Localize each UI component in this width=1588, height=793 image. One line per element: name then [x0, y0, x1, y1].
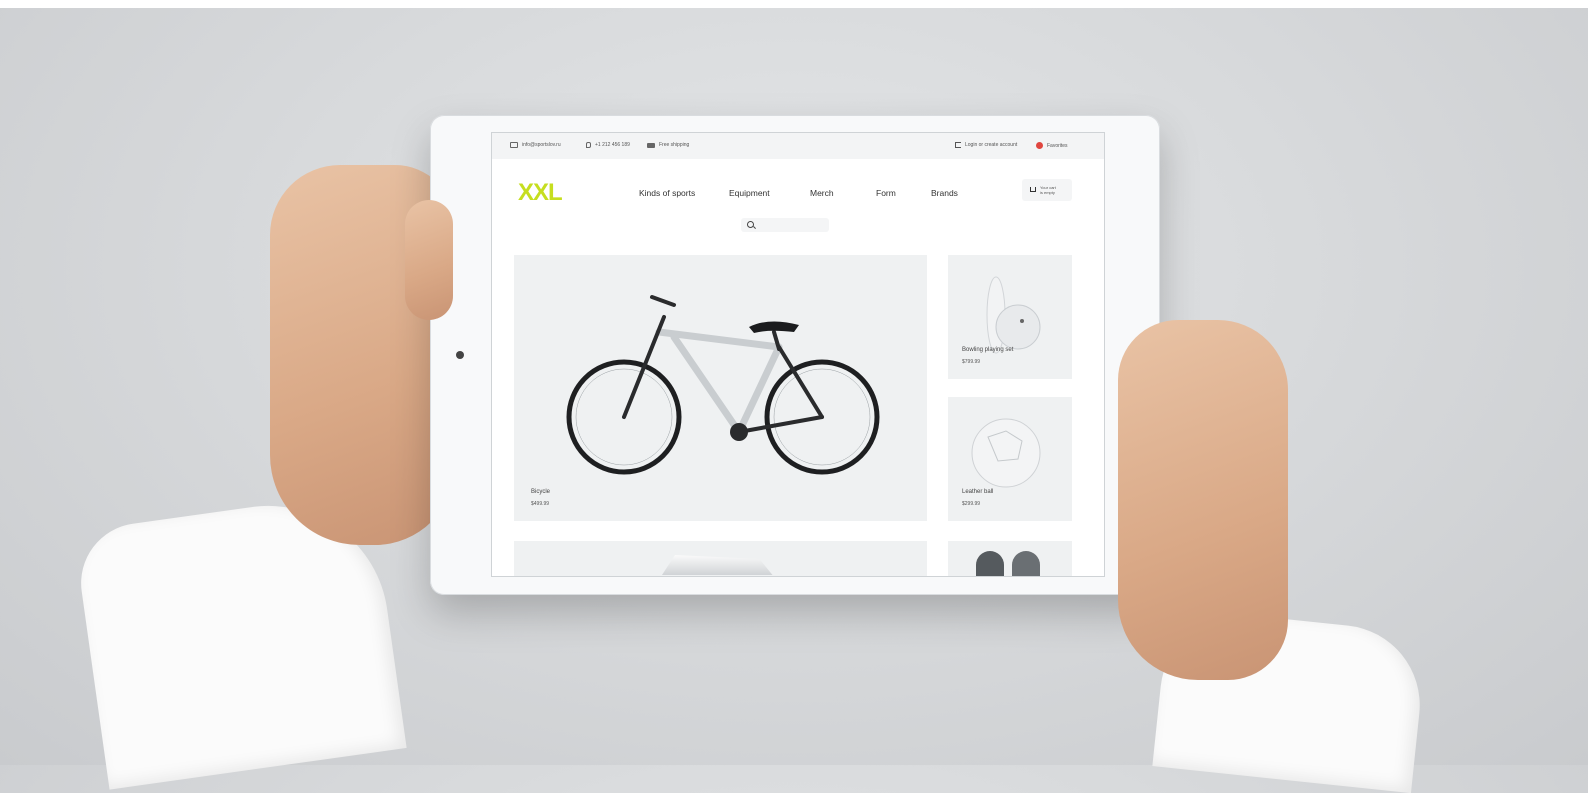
tablet-home-button[interactable] — [456, 351, 464, 359]
product-card-partial-2[interactable] — [948, 541, 1072, 576]
nav-form[interactable]: Form — [876, 188, 896, 198]
product-title: Leather ball — [962, 489, 994, 495]
product-image-partial — [662, 555, 773, 575]
login-icon — [955, 142, 961, 148]
product-title: Bowling playing set — [962, 347, 1014, 353]
product-card-partial[interactable] — [514, 541, 927, 576]
product-price: $299.99 — [962, 501, 981, 507]
product-card-ball[interactable]: Leather ball $299.99 — [948, 397, 1072, 521]
product-card-bicycle[interactable]: Bicycle $499.99 — [514, 255, 927, 521]
search-input[interactable] — [741, 218, 829, 232]
tablet: info@sportslov.ru +1 212 456 189 Free sh… — [430, 115, 1160, 595]
bicycle-image — [566, 295, 880, 475]
favorites-link[interactable]: Favorites — [1036, 142, 1068, 149]
shipping-info: Free shipping — [647, 142, 689, 148]
phone-text: +1 212 456 189 — [595, 142, 630, 148]
phone-icon — [586, 142, 591, 148]
nav-kinds-of-sports[interactable]: Kinds of sports — [639, 188, 695, 198]
cart-button[interactable]: Your cart is empty — [1022, 179, 1072, 201]
phone-link[interactable]: +1 212 456 189 — [586, 142, 630, 148]
shipping-text: Free shipping — [659, 142, 690, 148]
top-band — [0, 0, 1588, 8]
product-card-bowling[interactable]: Bowling playing set $799.99 — [948, 255, 1072, 379]
favorites-text: Favorites — [1047, 142, 1068, 149]
email-link[interactable]: info@sportslov.ru — [510, 142, 561, 148]
nav-brands[interactable]: Brands — [931, 188, 958, 198]
login-link[interactable]: Login or create account — [955, 142, 1017, 148]
cart-icon — [1030, 187, 1036, 192]
login-text: Login or create account — [965, 142, 1018, 148]
left-thumb — [405, 200, 453, 320]
search-icon — [747, 221, 754, 228]
tablet-screen: info@sportslov.ru +1 212 456 189 Free sh… — [491, 132, 1105, 577]
cart-status: is empty — [1040, 190, 1055, 195]
truck-icon — [647, 142, 655, 148]
logo[interactable]: XXL — [518, 179, 563, 207]
product-image-partial-b — [1012, 551, 1040, 576]
top-bar: info@sportslov.ru +1 212 456 189 Free sh… — [492, 133, 1104, 159]
product-title: Bicycle — [531, 489, 551, 495]
heart-icon — [1036, 142, 1043, 149]
product-price: $499.99 — [531, 501, 550, 507]
right-hand — [1118, 320, 1288, 680]
nav-equipment[interactable]: Equipment — [729, 188, 770, 198]
product-image-partial — [976, 551, 1004, 576]
mail-icon — [510, 142, 518, 148]
nav-merch[interactable]: Merch — [810, 188, 834, 198]
product-price: $799.99 — [962, 359, 981, 365]
email-text: info@sportslov.ru — [522, 142, 561, 148]
